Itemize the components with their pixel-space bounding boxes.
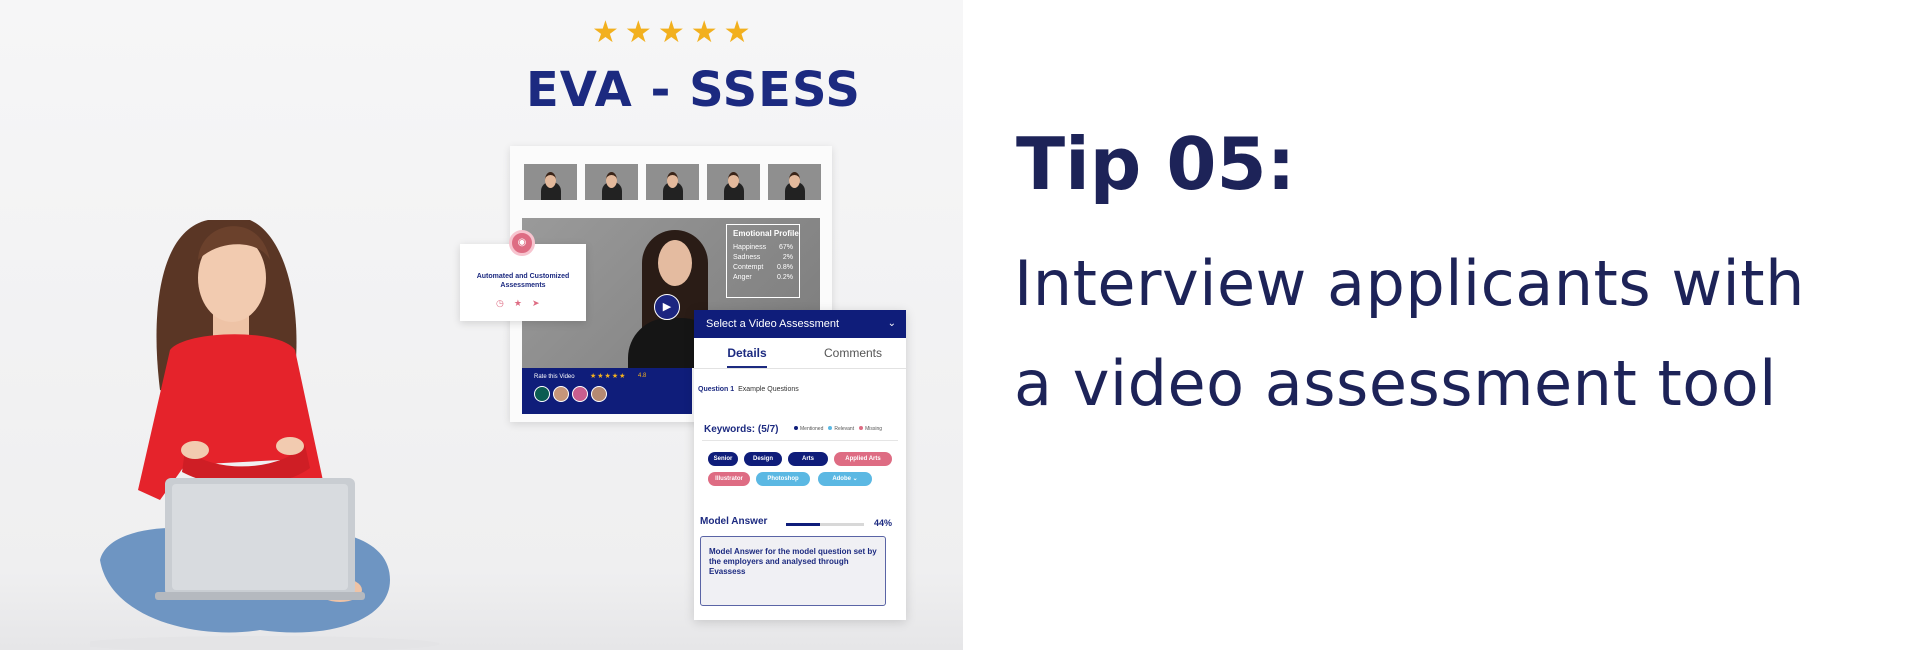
- model-answer-percent: 44%: [874, 518, 893, 528]
- video-thumbnail[interactable]: [646, 164, 699, 200]
- keyword-chip[interactable]: Arts: [788, 452, 828, 466]
- model-answer-box: Model Answer for the model question set …: [700, 536, 886, 606]
- star-icon: ★: [723, 16, 751, 49]
- tip-panel: [963, 0, 1920, 650]
- keyword-chip[interactable]: Senior: [708, 452, 738, 466]
- assessment-panel: Select a Video Assessment ⌄ Details Comm…: [694, 310, 906, 620]
- video-thumbnail[interactable]: [524, 164, 577, 200]
- tip-text-line-1: Interview applicants with: [1014, 247, 1805, 320]
- evassess-logo: EVA - SSESS: [526, 62, 861, 118]
- rate-video-bar: Rate this Video ★★★★★ 4.8: [522, 368, 692, 414]
- model-answer-title: Model Answer: [700, 516, 768, 527]
- emotion-row: Sadness 2%: [733, 254, 793, 261]
- video-thumbnail[interactable]: [585, 164, 638, 200]
- tag-card-text: Automated and Customized Assessments: [476, 273, 570, 289]
- reviewer-avatars: [534, 386, 607, 402]
- keyword-chip[interactable]: Design: [744, 452, 782, 466]
- avatar: [572, 386, 588, 402]
- rate-label: Rate this Video: [534, 374, 575, 380]
- question-label: Question 1: [698, 386, 735, 393]
- rate-score: 4.8: [638, 373, 647, 379]
- avatar: [591, 386, 607, 402]
- emotion-row: Happiness 67%: [733, 244, 793, 251]
- select-label: Select a Video Assessment: [706, 318, 840, 330]
- question-row: Question 1 Example Questions: [698, 386, 799, 393]
- camera-icon: ◉: [509, 230, 535, 256]
- clock-icon: ◷: [496, 298, 504, 308]
- tag-card-icons: ◷ ★ ➤: [496, 298, 539, 309]
- keyword-chip[interactable]: Applied Arts: [834, 452, 892, 466]
- keyword-chip[interactable]: Illustrator: [708, 472, 750, 486]
- model-answer-progress: [786, 523, 864, 526]
- tip-title: Tip 05:: [1016, 122, 1296, 206]
- emotional-profile-title: Emotional Profile: [733, 229, 799, 238]
- chevron-down-icon[interactable]: ⌄: [888, 310, 896, 338]
- rating-stars: ★ ★ ★ ★ ★: [592, 18, 751, 48]
- avatar: [553, 386, 569, 402]
- hero-image-panel: ★ ★ ★ ★ ★ EVA - SSESS ▶ Emotional Profil…: [0, 0, 963, 650]
- video-thumbnails: [524, 164, 821, 200]
- avatar: [534, 386, 550, 402]
- tab-details[interactable]: Details: [694, 338, 800, 368]
- assessment-tabs: Details Comments: [694, 338, 906, 369]
- emotion-row: Contempt 0.8%: [733, 264, 793, 271]
- question-text: Example Questions: [738, 386, 799, 393]
- star-icon: ★: [592, 16, 619, 49]
- video-assessment-select[interactable]: Select a Video Assessment ⌄: [694, 310, 906, 338]
- keyword-chip[interactable]: Photoshop: [756, 472, 810, 486]
- star-icon: ★: [624, 16, 652, 49]
- tab-comments[interactable]: Comments: [800, 338, 906, 368]
- woman-with-laptop-illustration: [90, 220, 440, 650]
- tip-text-line-2: a video assessment tool: [1014, 347, 1777, 420]
- keyword-chip[interactable]: Adobe ⌄: [818, 472, 872, 486]
- video-thumbnail[interactable]: [768, 164, 821, 200]
- star-icon: ★: [657, 16, 685, 49]
- rate-stars-icon[interactable]: ★★★★★: [590, 372, 626, 380]
- emotion-row: Anger 0.2%: [733, 274, 793, 281]
- keywords-title: Keywords: (5/7): [704, 424, 779, 435]
- send-icon: ➤: [531, 298, 540, 308]
- emotional-profile-panel: Emotional Profile Happiness 67% Sadness 2%…: [726, 224, 800, 298]
- star-icon: ★: [690, 16, 718, 49]
- play-icon[interactable]: ▶: [654, 294, 680, 320]
- video-thumbnail[interactable]: [707, 164, 760, 200]
- keywords-legend: Mentioned Relevant Missing: [794, 426, 882, 432]
- star-icon: ★: [513, 298, 522, 308]
